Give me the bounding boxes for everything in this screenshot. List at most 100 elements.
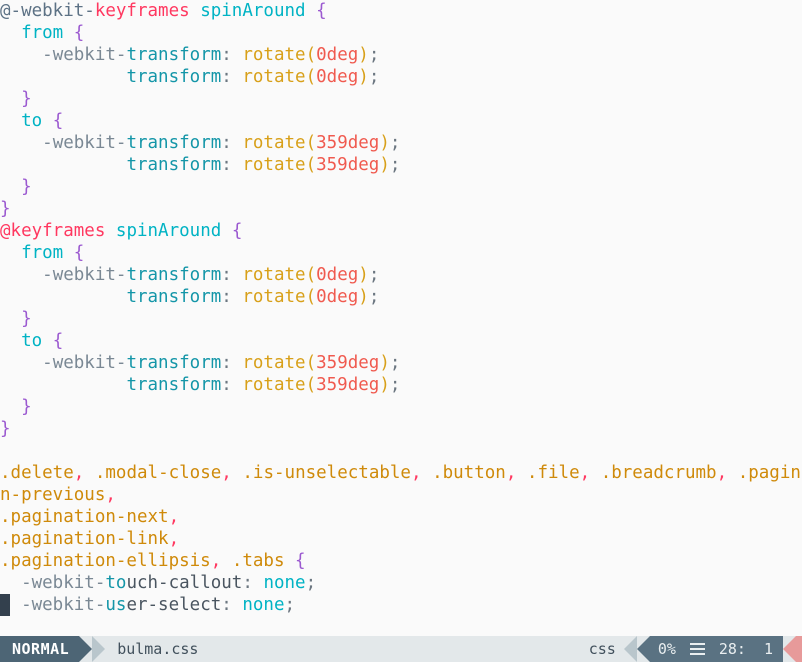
code-token: , (168, 529, 180, 549)
code-token: ; (368, 265, 380, 285)
text-buffer[interactable]: @-webkit-keyframes spinAround { from { -… (0, 0, 802, 636)
code-token: , (716, 463, 728, 483)
code-line[interactable]: -webkit-transform: rotate(359deg); (0, 132, 802, 154)
code-token: ) (358, 67, 369, 87)
code-token: , (505, 463, 517, 483)
code-token: -webkit- (42, 353, 127, 373)
code-token: .button (432, 463, 506, 483)
code-token: } (0, 199, 11, 219)
code-line[interactable]: .delete, .modal-close, .is-unselectable,… (0, 462, 802, 484)
code-token: : (221, 45, 243, 65)
code-token: spinAround (115, 221, 222, 241)
scroll-percent-label: 0% (657, 640, 676, 658)
code-token: : (221, 375, 243, 395)
code-line[interactable]: -webkit-user-select: none; (0, 594, 802, 616)
code-token: ) (379, 353, 390, 373)
code-line[interactable]: @keyframes spinAround { (0, 220, 802, 242)
filename-segment[interactable]: bulma.css (105, 636, 209, 662)
code-line[interactable]: } (0, 198, 802, 220)
accent-cap (796, 636, 802, 662)
code-line[interactable]: -webkit-transform: rotate(0deg); (0, 44, 802, 66)
code-line[interactable]: to { (0, 110, 802, 132)
code-token: ; (389, 353, 401, 373)
code-line[interactable]: from { (0, 22, 802, 44)
code-line[interactable]: } (0, 418, 802, 440)
code-line[interactable]: -webkit-transform: rotate(0deg); (0, 264, 802, 286)
column-number-label: 1 (763, 640, 773, 658)
file-separator-arrow-icon (92, 636, 106, 662)
code-token: 0deg (316, 45, 359, 65)
code-line[interactable]: .pagination-ellipsis, .tabs { (0, 550, 802, 572)
code-line[interactable]: } (0, 308, 802, 330)
code-token: 0deg (316, 265, 359, 285)
code-token: ( (305, 265, 317, 285)
code-token: rotate (242, 133, 306, 153)
code-token: ; (368, 45, 380, 65)
code-token: { (52, 331, 64, 351)
code-token: , (410, 463, 422, 483)
code-line[interactable]: transform: rotate(359deg); (0, 154, 802, 176)
code-token: : (221, 133, 243, 153)
code-token: ; (368, 287, 380, 307)
code-line[interactable]: -webkit-touch-callout: none; (0, 572, 802, 594)
code-token: rotate (242, 375, 306, 395)
code-token: : (221, 155, 243, 175)
code-line[interactable]: n-previous, (0, 484, 802, 506)
code-line[interactable]: .pagination-link, (0, 528, 802, 550)
code-line[interactable]: } (0, 396, 802, 418)
code-token: } (21, 309, 32, 329)
code-token: transform (126, 353, 222, 373)
code-line[interactable]: transform: rotate(0deg); (0, 286, 802, 308)
code-token: to (21, 111, 43, 131)
code-line[interactable]: -webkit-transform: rotate(359deg); (0, 352, 802, 374)
code-token: ) (379, 133, 390, 153)
code-token: -webkit- (42, 45, 127, 65)
code-token: @keyframes (0, 221, 106, 241)
code-line[interactable]: transform: rotate(0deg); (0, 66, 802, 88)
code-line[interactable]: transform: rotate(359deg); (0, 374, 802, 396)
code-token: uch-callout (126, 573, 243, 593)
code-token: spinAround (200, 1, 306, 21)
code-token: { (316, 1, 327, 21)
code-line[interactable]: } (0, 176, 802, 198)
code-token: .pagination-ellipsis (0, 551, 211, 571)
filename-label: bulma.css (117, 640, 199, 658)
code-line[interactable]: .pagination-next, (0, 506, 802, 528)
code-line[interactable]: from { (0, 242, 802, 264)
code-token: ( (305, 287, 317, 307)
code-line[interactable]: } (0, 88, 802, 110)
code-token: , (105, 485, 116, 505)
code-token: ) (358, 265, 369, 285)
code-token: rotate (242, 265, 306, 285)
code-line[interactable]: to { (0, 330, 802, 352)
code-token: ) (358, 287, 369, 307)
code-token: ; (389, 133, 401, 153)
code-token: -webkit- (21, 573, 106, 593)
code-token: ; (284, 595, 296, 615)
code-token: n-previous (0, 485, 106, 505)
code-token: ; (389, 375, 401, 395)
code-token: transform (126, 265, 222, 285)
code-token: , (579, 463, 591, 483)
code-token: 0deg (316, 67, 359, 87)
code-token: none (242, 595, 285, 615)
filetype-segment: css (578, 636, 624, 662)
code-token: ) (379, 155, 390, 175)
code-token: } (21, 89, 32, 109)
code-token: ) (379, 375, 390, 395)
code-line[interactable] (0, 440, 802, 462)
line-number-label: 28: (718, 640, 746, 658)
code-token: rotate (242, 287, 306, 307)
code-line[interactable]: @-webkit-keyframes spinAround { (0, 0, 802, 22)
code-token: { (52, 111, 64, 131)
